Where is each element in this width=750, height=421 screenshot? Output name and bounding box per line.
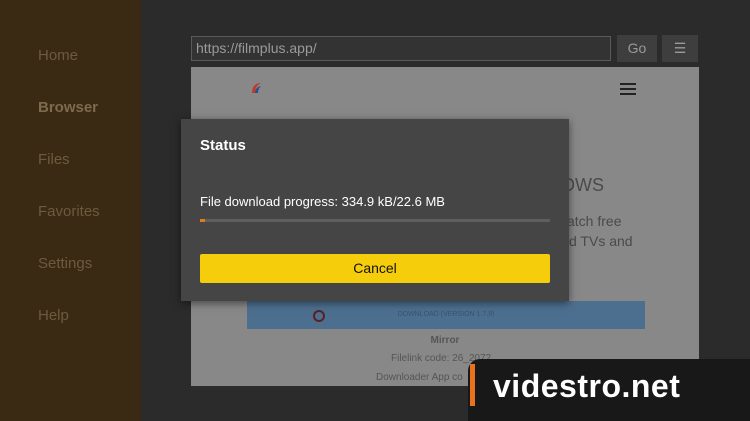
site-menu-icon[interactable] (620, 83, 636, 95)
sidebar-item-browser[interactable]: Browser (38, 99, 98, 116)
status-dialog: Status File download progress: 334.9 kB/… (181, 119, 569, 301)
sidebar-item-favorites[interactable]: Favorites (38, 203, 100, 220)
watermark-logo: videstro.net (493, 368, 681, 404)
download-progress-fill (200, 219, 206, 222)
url-input[interactable]: https://filmplus.app/ (191, 36, 611, 61)
site-logo-icon (252, 83, 261, 93)
watermark-accent-bar (470, 364, 475, 406)
sidebar-item-files[interactable]: Files (38, 151, 70, 168)
sidebar-item-help[interactable]: Help (38, 307, 69, 324)
mirror-link[interactable]: Mirror (191, 335, 699, 346)
page-text-fragment: atch free (567, 213, 622, 229)
sidebar-item-home[interactable]: Home (38, 47, 78, 64)
sidebar: Home Browser Files Favorites Settings He… (0, 0, 141, 421)
page-text-fragment-2: d TVs and (569, 233, 633, 249)
sidebar-item-settings[interactable]: Settings (38, 255, 92, 272)
browser-menu-button[interactable]: ☰ (662, 35, 698, 62)
dialog-title: Status (200, 137, 246, 154)
cancel-button[interactable]: Cancel (200, 254, 550, 283)
download-progress-text: File download progress: 334.9 kB/22.6 MB (200, 194, 445, 209)
loading-spinner-icon (313, 310, 325, 322)
page-download-button[interactable]: DOWNLOAD (VERSION 1.7.9) (247, 301, 645, 329)
download-progress-bar (200, 219, 550, 222)
downloader-code-text: Downloader App co (376, 372, 463, 383)
go-button[interactable]: Go (617, 35, 657, 62)
